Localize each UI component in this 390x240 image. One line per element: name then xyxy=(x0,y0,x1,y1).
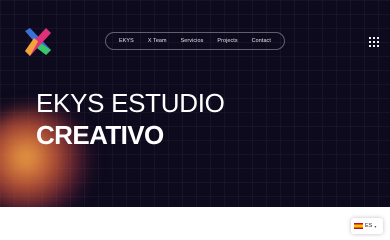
main-nav: EKYS X Team Servicios Projects Contact xyxy=(105,32,285,50)
nav-item-x-team[interactable]: X Team xyxy=(141,38,174,44)
nav-item-ekys[interactable]: EKYS xyxy=(112,38,141,44)
nav-item-contact[interactable]: Contact xyxy=(245,38,278,44)
spain-flag-icon xyxy=(354,223,363,229)
language-selector[interactable]: ES ▾ xyxy=(351,218,383,234)
grid-menu-icon[interactable] xyxy=(369,37,379,47)
hero-title-line1: EKYS ESTUDIO xyxy=(36,88,225,118)
chevron-down-icon: ▾ xyxy=(374,223,377,229)
hero-title-line2: CREATIVO xyxy=(36,120,164,150)
nav-item-projects[interactable]: Projects xyxy=(210,38,244,44)
x-logo-icon[interactable] xyxy=(24,28,52,56)
hero-section: EKYS X Team Servicios Projects Contact E… xyxy=(0,0,390,207)
language-code: ES xyxy=(365,223,373,229)
nav-item-servicios[interactable]: Servicios xyxy=(174,38,211,44)
